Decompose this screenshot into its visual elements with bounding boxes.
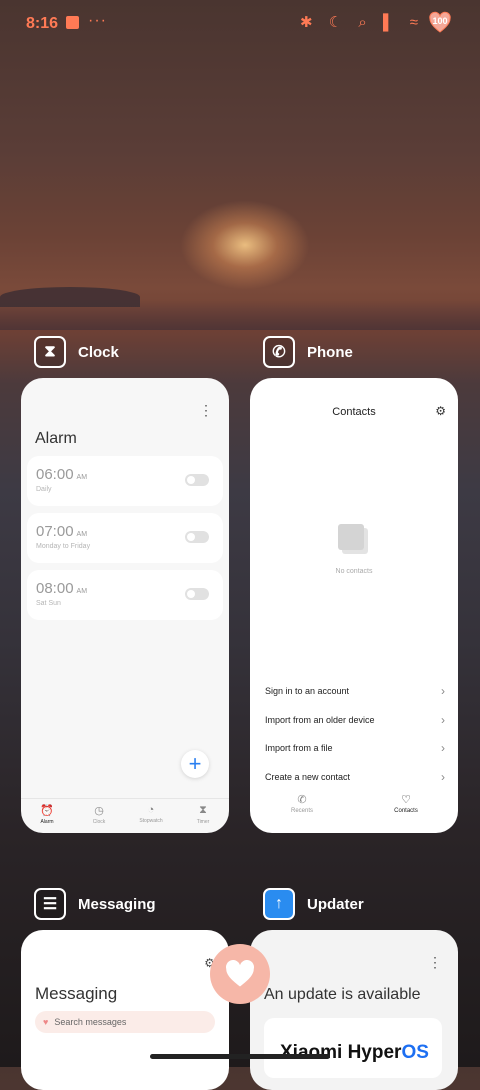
status-bar: 8:16 ··· ✱ ☾ ⌕ ▌ ≈ 100 [0, 0, 480, 48]
update-banner[interactable]: Xiaomi HyperOS [264, 1018, 442, 1078]
heart-icon [226, 960, 254, 987]
tab-stopwatch[interactable]: ◔ Stopwatch [125, 799, 177, 833]
alarm-toggle[interactable] [185, 588, 209, 600]
messaging-app-name: Messaging [78, 895, 156, 913]
alarm-toggle[interactable] [185, 531, 209, 543]
alarm-ampm: AM [76, 474, 88, 481]
tab-label: Timer [196, 819, 210, 825]
phone-app-header[interactable]: ✆ Phone [263, 336, 353, 368]
more-menu-icon[interactable]: ⋮ [428, 954, 442, 971]
stopwatch-icon: ◔ [147, 804, 155, 816]
chevron-right-icon: › [441, 770, 445, 784]
alarm-time: 08:00 [36, 580, 74, 597]
phone-app-name: Phone [307, 343, 353, 361]
clock-tab-bar: ⏰ Alarm ◷ Clock ◔ Stopwatch ⧗ Timer [21, 798, 229, 833]
status-icons: ✱ ☾ ⌕ ▌ ≈ [300, 14, 424, 31]
status-time: 8:16 [26, 15, 59, 32]
phone-app-card[interactable]: Contacts ⚙ No contacts Sign in to an acc… [250, 378, 458, 833]
hyperos-logo: Xiaomi HyperOS [280, 1042, 429, 1064]
messaging-app-header[interactable]: ☰ Messaging [34, 888, 156, 920]
messaging-app-card[interactable]: ⚙ Messaging ♥ Search messages [21, 930, 229, 1090]
update-title: An update is available [264, 986, 421, 1003]
tab-label: Contacts [394, 808, 418, 814]
phone-tab-bar: ✆ Recents ♡ Contacts [250, 788, 458, 814]
updater-app-name: Updater [307, 895, 364, 913]
tab-recents[interactable]: ✆ Recents [250, 788, 354, 814]
row-label: Import from an older device [265, 715, 375, 725]
brand-main: Xiaomi Hyper [280, 1042, 402, 1063]
import-older-device-row[interactable]: Import from an older device › [265, 713, 445, 727]
alarm-toggle[interactable] [185, 474, 209, 486]
tab-alarm[interactable]: ⏰ Alarm [21, 799, 73, 833]
tab-timer[interactable]: ⧗ Timer [177, 799, 229, 833]
alarm-item[interactable]: 07:00 AM Monday to Friday [27, 513, 223, 563]
create-contact-row[interactable]: Create a new contact › [265, 770, 445, 784]
import-file-row[interactable]: Import from a file › [265, 741, 445, 755]
tab-label: Stopwatch [139, 818, 163, 824]
sign-in-account-row[interactable]: Sign in to an account › [265, 684, 445, 698]
more-notifications-icon: ··· [88, 12, 107, 29]
update-icon: ↑ [263, 888, 295, 920]
alarm-item[interactable]: 06:00 AM Daily [27, 456, 223, 506]
alarm-repeat: Monday to Friday [36, 543, 91, 550]
chevron-right-icon: › [441, 741, 445, 755]
phone-icon: ✆ [263, 336, 295, 368]
alarm-time: 06:00 [36, 466, 74, 483]
favorite-heart-button[interactable] [210, 944, 270, 1004]
brand-os: OS [401, 1042, 429, 1063]
updater-app-header[interactable]: ↑ Updater [263, 888, 364, 920]
messaging-title: Messaging [35, 984, 118, 1003]
recents-icon: ✆ [297, 794, 307, 806]
no-contacts-text: No contacts [335, 568, 373, 575]
clock-icon: ◷ [94, 805, 104, 817]
more-menu-icon[interactable]: ⋮ [199, 402, 213, 419]
empty-contacts-icon [338, 524, 368, 554]
contacts-title: Contacts [332, 406, 376, 418]
timer-icon: ⧗ [199, 804, 207, 816]
screen-record-icon [66, 16, 79, 29]
search-placeholder: Search messages [54, 1017, 127, 1027]
heart-icon: ♥ [43, 1017, 49, 1027]
wallpaper-horizon [0, 300, 480, 330]
contacts-icon: ♡ [401, 794, 411, 806]
alarm-ampm: AM [76, 588, 88, 595]
chat-icon: ☰ [34, 888, 66, 920]
search-messages-input[interactable]: ♥ Search messages [35, 1011, 215, 1033]
home-gesture-bar[interactable] [150, 1054, 330, 1059]
clock-app-header[interactable]: ⧗ Clock [34, 336, 119, 368]
updater-app-card[interactable]: ⋮ An update is available Xiaomi HyperOS [250, 930, 458, 1090]
alarm-repeat: Sat Sun [36, 600, 61, 607]
wallpaper-sun [180, 200, 310, 290]
tab-clock[interactable]: ◷ Clock [73, 799, 125, 833]
chevron-right-icon: › [441, 684, 445, 698]
alarm-time: 07:00 [36, 523, 74, 540]
tab-label: Recents [290, 808, 313, 814]
alarm-item[interactable]: 08:00 AM Sat Sun [27, 570, 223, 620]
row-label: Import from a file [265, 743, 333, 753]
clock-app-name: Clock [78, 343, 119, 361]
alarm-ampm: AM [76, 531, 88, 538]
battery-level: 100 [432, 16, 448, 26]
tab-label: Alarm [40, 819, 54, 825]
hourglass-icon: ⧗ [34, 336, 66, 368]
clock-app-card[interactable]: ⋮ Alarm 06:00 AM Daily 07:00 AM Monday to … [21, 378, 229, 833]
alarm-repeat: Daily [36, 486, 52, 493]
tab-contacts[interactable]: ♡ Contacts [354, 788, 458, 814]
row-label: Sign in to an account [265, 686, 350, 696]
tab-label: Clock [92, 819, 106, 825]
row-label: Create a new contact [265, 772, 351, 782]
chevron-right-icon: › [441, 713, 445, 727]
settings-gear-icon[interactable]: ⚙ [435, 404, 446, 418]
alarm-heading: Alarm [35, 430, 77, 447]
add-alarm-button[interactable]: + [181, 750, 209, 778]
battery-icon: 100 [428, 11, 452, 35]
alarm-icon: ⏰ [40, 805, 54, 817]
